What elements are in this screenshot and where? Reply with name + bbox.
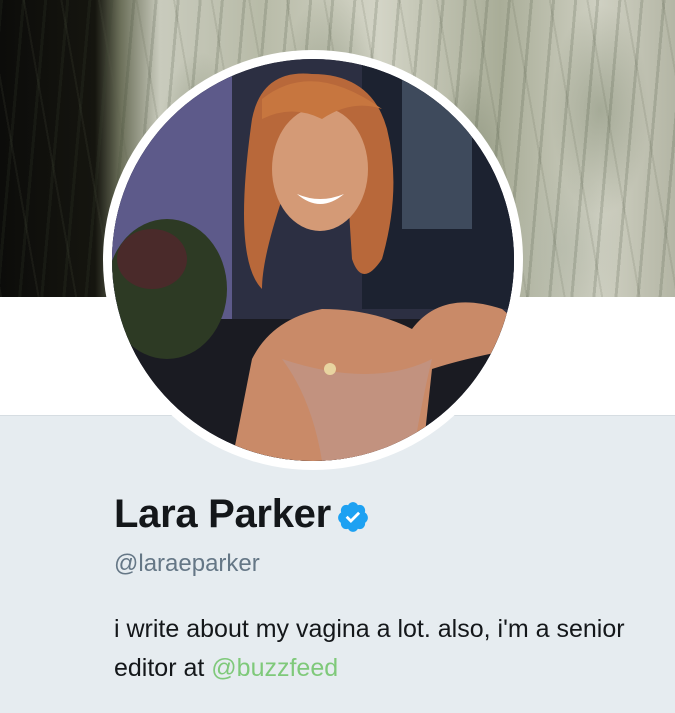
bio-mention-link[interactable]: @buzzfeed xyxy=(211,654,338,682)
profile-handle[interactable]: @laraeparker xyxy=(114,550,260,578)
avatar-image xyxy=(112,59,514,461)
profile-bio: i write about my vagina a lot. also, i'm… xyxy=(114,610,654,688)
profile-avatar[interactable] xyxy=(103,50,523,470)
profile-name[interactable]: Lara Parker xyxy=(114,492,331,537)
profile-name-row: Lara Parker xyxy=(114,492,370,537)
verified-badge-icon xyxy=(337,501,368,532)
bio-text: i write about my vagina a lot. also, i'm… xyxy=(114,615,625,682)
avatar-photo xyxy=(112,59,514,461)
